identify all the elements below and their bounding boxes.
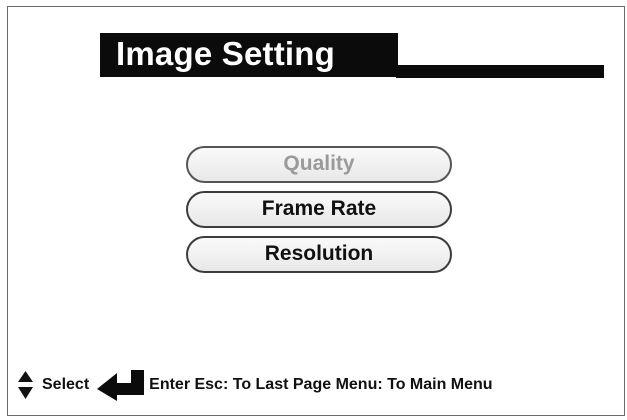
navigation-hint: Enter Esc: To Last Page Menu: To Main Me… xyxy=(149,376,493,393)
title-bar: Image Setting xyxy=(100,33,604,79)
select-label: Select xyxy=(42,376,90,393)
page-title: Image Setting xyxy=(116,35,335,72)
footer-hint-bar: Select Enter Esc: To Last Page Menu: To … xyxy=(18,369,493,401)
title-underline xyxy=(396,65,604,78)
resolution-button[interactable]: Resolution xyxy=(186,236,452,273)
title-block: Image Setting xyxy=(100,33,398,77)
enter-arrow-icon xyxy=(97,370,145,401)
quality-button[interactable]: Quality xyxy=(186,146,452,183)
image-setting-menu: Quality Frame Rate Resolution xyxy=(186,146,452,281)
up-down-arrows-icon xyxy=(18,371,33,399)
frame-rate-button[interactable]: Frame Rate xyxy=(186,191,452,228)
